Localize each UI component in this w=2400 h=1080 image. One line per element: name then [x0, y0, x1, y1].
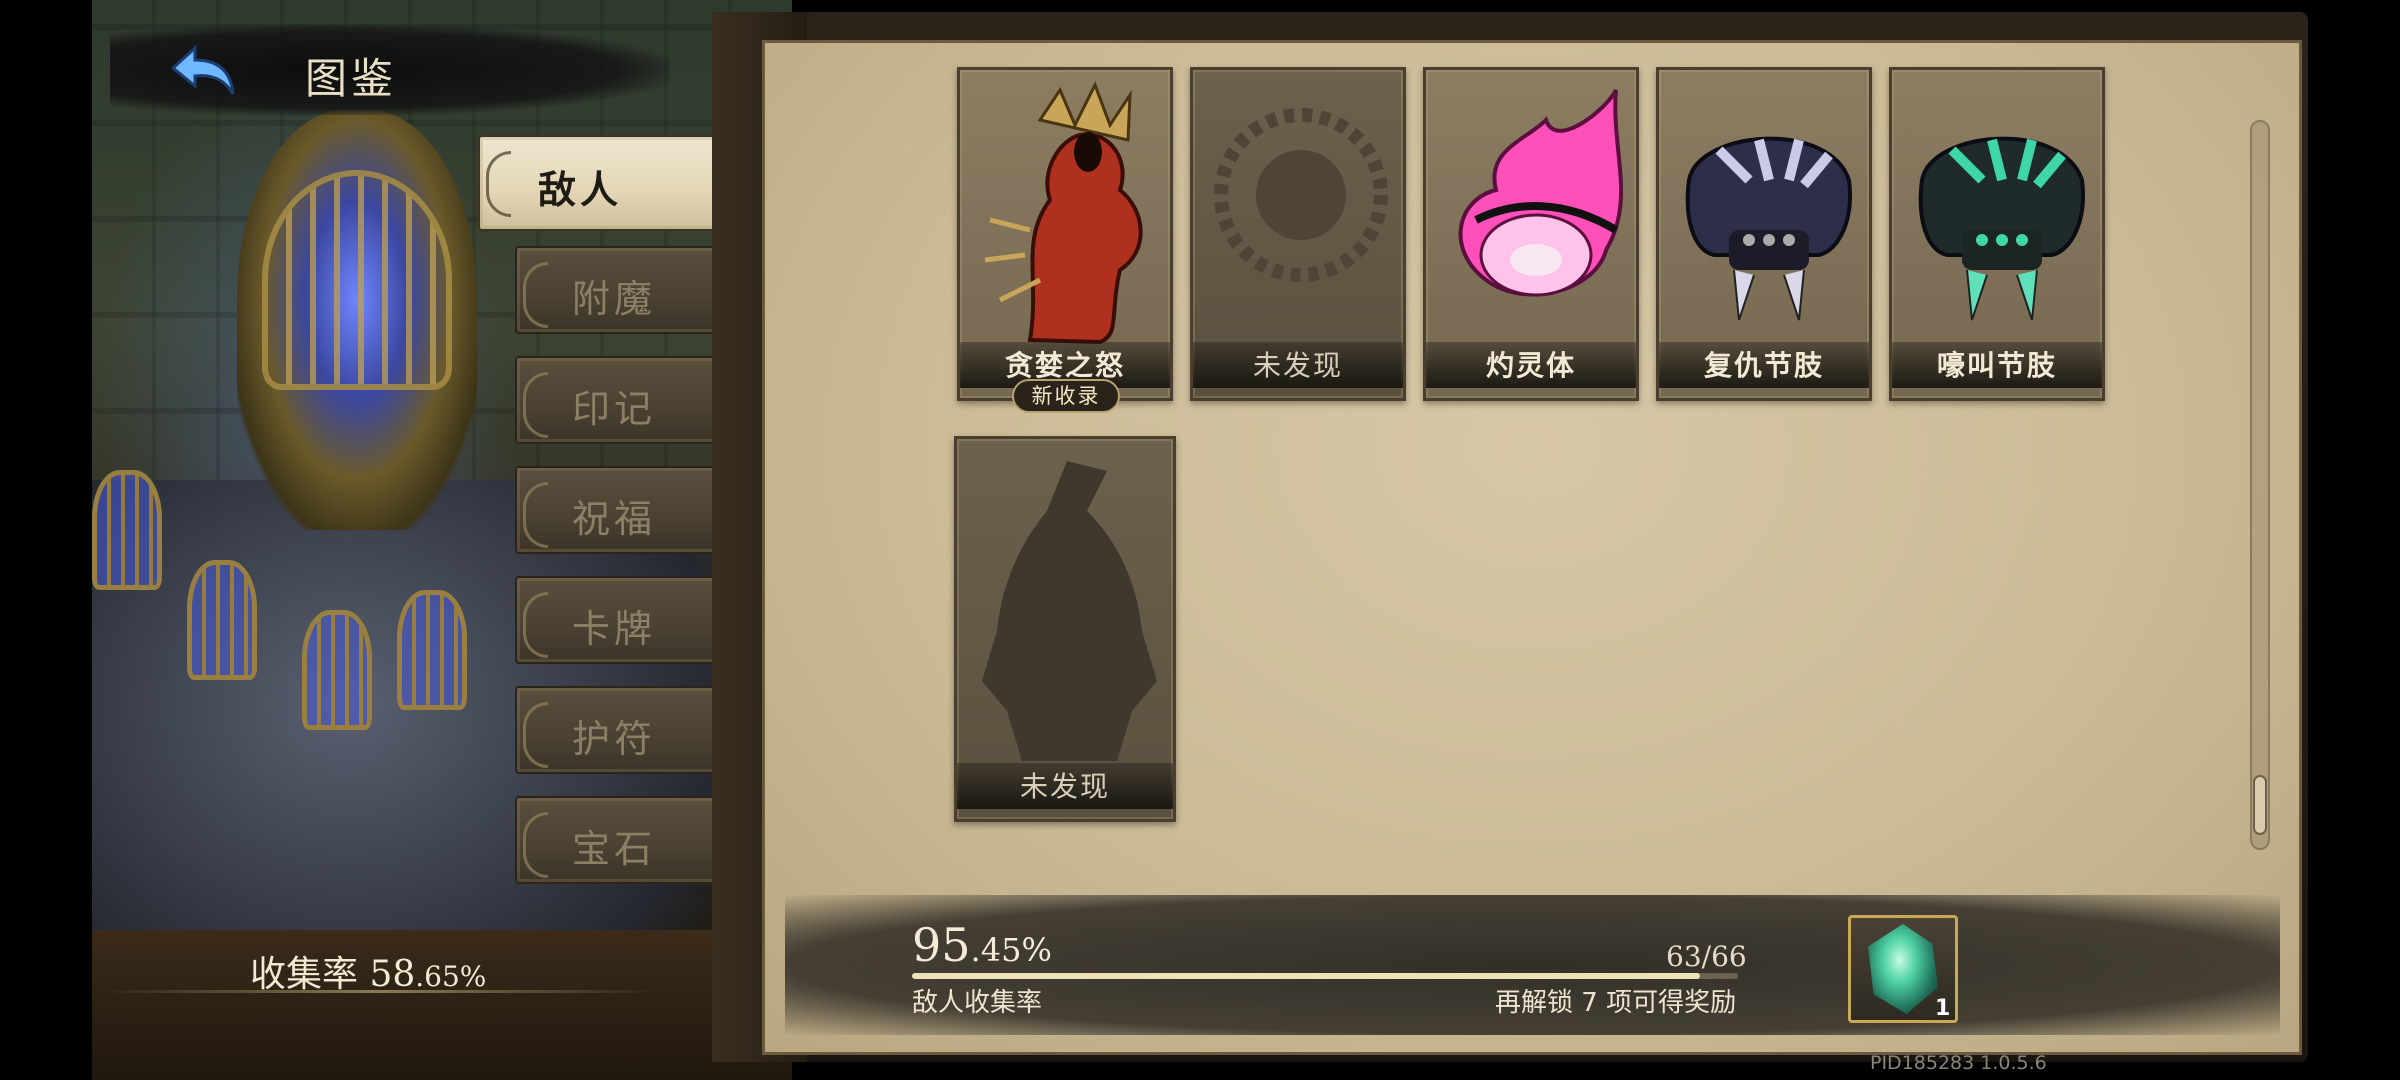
back-arrow-icon [170, 44, 235, 95]
tab-label: 敌人 [538, 167, 623, 212]
divider [100, 990, 660, 993]
reward-quantity: 1 [1935, 996, 1951, 1021]
card-name: 未发现 [1252, 349, 1343, 382]
unknown-silhouette-icon [982, 461, 1157, 761]
tab-label: 附魔 [572, 277, 657, 321]
enemy-card-locked[interactable]: 未发现 [1190, 67, 1406, 401]
pink-flame-spirit-icon [1458, 89, 1623, 297]
scrollbar-track[interactable] [2250, 120, 2270, 850]
version-label: PID185283 1.0.5.6 [1870, 1052, 2047, 1074]
tab-label: 祝福 [572, 497, 657, 541]
progress-fill [912, 973, 1701, 979]
new-entry-badge: 新收录 [1012, 379, 1120, 413]
card-name: 贪婪之怒 [1004, 349, 1125, 382]
tab-label: 宝石 [572, 827, 657, 871]
unknown-silhouette-icon [1214, 108, 1388, 282]
enemy-card[interactable]: 嚎叫节肢 [1889, 67, 2105, 401]
dark-spider-icon [1685, 136, 1852, 321]
card-name: 复仇节肢 [1703, 349, 1824, 382]
enemy-card-locked[interactable]: 未发现 [954, 436, 1176, 822]
percent-whole: 95 [912, 918, 971, 972]
tab-label: 护符 [572, 717, 657, 761]
collection-label: 收集率 [250, 954, 359, 995]
tab-label: 印记 [572, 387, 657, 431]
card-name: 嚎叫节肢 [1936, 349, 2057, 382]
back-button[interactable] [165, 40, 245, 100]
reward-hint: 再解锁 7 项可得奖励 [1495, 988, 1737, 1018]
enemy-card[interactable]: 灼灵体 [1423, 67, 1639, 401]
header: 图鉴 [110, 25, 670, 115]
collection-fraction: .65% [415, 960, 487, 993]
page-title: 图鉴 [305, 54, 398, 103]
hanging-cage-icon [187, 560, 257, 680]
hanging-cage-icon [92, 470, 162, 590]
hanging-cage-icon [397, 590, 467, 710]
enemy-collection-percent: 95.45% [912, 918, 1052, 972]
green-spider-icon [1918, 136, 2085, 321]
tab-label: 卡牌 [572, 607, 657, 651]
enemy-card[interactable]: 复仇节肢 [1656, 67, 1872, 401]
percent-fraction: .45% [970, 931, 1052, 969]
progress-bar [912, 973, 1738, 979]
scrollbar-thumb[interactable] [2253, 775, 2267, 835]
card-name: 灼灵体 [1485, 349, 1576, 382]
progress-label: 敌人收集率 [912, 988, 1043, 1018]
cage-icon [262, 170, 452, 390]
card-name: 未发现 [1019, 770, 1110, 803]
red-demon-icon [984, 81, 1143, 345]
collection-whole: 58 [369, 954, 416, 995]
collected-count: 63/66 [1666, 940, 1747, 973]
enemy-card[interactable]: 贪婪之怒 [957, 67, 1173, 401]
hanging-cage-icon [302, 610, 372, 730]
